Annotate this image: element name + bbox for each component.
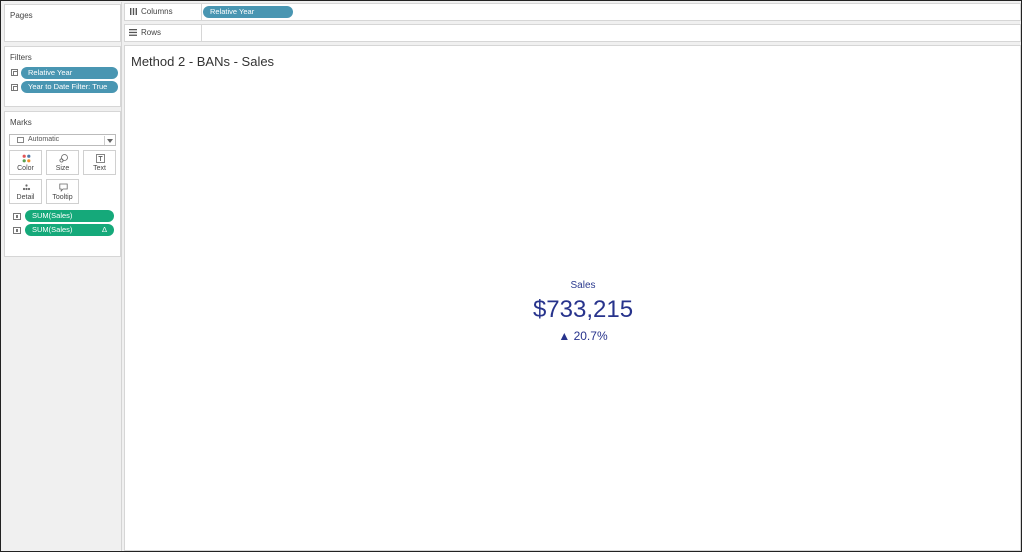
ban-label[interactable]: Sales: [125, 280, 1022, 291]
workspace: Pages Filters Relative Year Year to Date…: [0, 0, 1022, 552]
filter-pill-label: Year to Date Filter: True: [28, 82, 108, 91]
filter-pill-relative-year[interactable]: Relative Year: [21, 67, 118, 79]
mark-type-value: Automatic: [28, 136, 60, 143]
size-button[interactable]: Size: [46, 150, 79, 175]
size-label: Size: [55, 165, 70, 172]
left-sidebar: Pages Filters Relative Year Year to Date…: [2, 2, 122, 551]
measure-pill-label: SUM(Sales): [32, 225, 73, 234]
dropdown-separator: [104, 136, 105, 145]
color-button[interactable]: Color: [9, 150, 42, 175]
color-icon: [22, 154, 31, 163]
filter-pill-ytd[interactable]: Year to Date Filter: True: [21, 81, 118, 93]
columns-icon: [130, 8, 137, 15]
tooltip-label: Tooltip: [52, 194, 73, 201]
filter-icon: [11, 69, 18, 76]
columns-shelf[interactable]: Columns Relative Year: [124, 3, 1021, 21]
marks-card: Marks Automatic Color Size Text Detail T…: [4, 111, 121, 257]
text-icon: [96, 154, 105, 163]
detail-button[interactable]: Detail: [9, 179, 42, 204]
text-shelf-icon: [13, 213, 21, 220]
tooltip-button[interactable]: Tooltip: [46, 179, 79, 204]
measure-pill-label: SUM(Sales): [32, 211, 73, 220]
detail-icon: [22, 184, 31, 191]
filters-card[interactable]: Filters Relative Year Year to Date Filte…: [4, 46, 121, 107]
pages-card[interactable]: Pages: [4, 4, 121, 42]
measure-pill-sum-sales[interactable]: SUM(Sales): [25, 210, 114, 222]
marks-title: Marks: [10, 118, 32, 127]
color-label: Color: [17, 165, 34, 172]
mark-type-dropdown[interactable]: Automatic: [9, 134, 116, 146]
measure-pill-sum-sales-delta[interactable]: SUM(Sales) Δ: [25, 224, 114, 236]
filter-pill-label: Relative Year: [28, 68, 73, 77]
ban-value[interactable]: $733,215: [125, 296, 1022, 324]
ban-change[interactable]: ▲ 20.7%: [125, 329, 1022, 343]
text-button[interactable]: Text: [83, 150, 116, 175]
rows-shelf[interactable]: Rows: [124, 24, 1021, 42]
text-shelf-icon: [13, 227, 21, 234]
filters-title: Filters: [10, 53, 32, 62]
columns-pill-relative-year[interactable]: Relative Year: [203, 6, 293, 18]
rows-label: Rows: [141, 28, 162, 37]
columns-label-cell: Columns: [125, 4, 202, 20]
columns-pill-label: Relative Year: [210, 7, 255, 16]
filter-icon: [11, 84, 18, 91]
sheet-title: Method 2 - BANs - Sales: [131, 54, 275, 69]
pages-title: Pages: [10, 11, 33, 20]
automatic-mark-icon: [17, 137, 24, 143]
text-label: Text: [93, 165, 106, 172]
chevron-down-icon[interactable]: [107, 139, 113, 143]
rows-label-cell: Rows: [125, 25, 202, 41]
detail-label: Detail: [16, 194, 35, 201]
view-canvas[interactable]: Method 2 - BANs - Sales Sales $733,215 ▲…: [124, 45, 1021, 551]
tooltip-icon: [59, 183, 68, 192]
delta-icon: Δ: [101, 225, 107, 234]
rows-icon: [129, 29, 137, 36]
size-icon: [59, 154, 68, 163]
columns-label: Columns: [141, 7, 173, 16]
